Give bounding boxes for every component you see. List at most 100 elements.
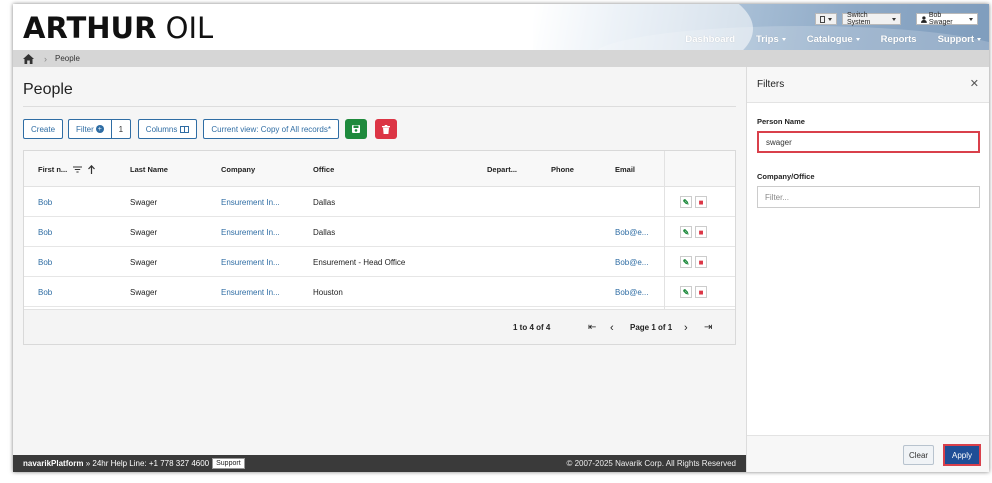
company-office-label: Company/Office (757, 172, 815, 181)
email-link[interactable]: Bob@e... (615, 277, 648, 307)
filters-panel: Filters ✕ Person Name Company/Office Cle… (746, 67, 989, 472)
sort-ascending-icon[interactable] (88, 164, 96, 174)
company-link[interactable]: Ensurement In... (221, 187, 280, 217)
home-icon[interactable] (23, 53, 34, 64)
filters-title: Filters (757, 79, 785, 90)
edit-icon[interactable]: ✎ (680, 226, 692, 238)
chevron-down-icon (969, 17, 973, 21)
column-label: First n... (38, 164, 68, 174)
apply-button[interactable]: Apply (943, 444, 981, 466)
column-label: Company (221, 164, 256, 174)
filter-label: Filter (76, 124, 94, 134)
user-menu[interactable]: Bob Swager (916, 12, 978, 26)
company-office-input[interactable] (757, 186, 980, 208)
row-actions-column: ✎ ■ ✎ ■ ✎ ■ ✎ ■ (664, 151, 735, 309)
filters-panel-footer: Clear Apply (747, 435, 989, 472)
table-row[interactable]: Bob Swager Ensurement In... Ensurement -… (24, 247, 735, 277)
divider (23, 106, 736, 107)
nav-dashboard[interactable]: Dashboard (685, 34, 735, 45)
chevron-down-icon (855, 38, 860, 41)
columns-button[interactable]: Columns (137, 119, 198, 139)
edit-icon[interactable]: ✎ (680, 286, 692, 298)
table-row[interactable]: Bob Swager Ensurement In... Dallas Bob@e… (24, 217, 735, 247)
brand-logo[interactable]: ARTHUR OIL (23, 11, 213, 45)
nav-support[interactable]: Support (938, 34, 981, 45)
column-label: Email (615, 164, 636, 174)
first-name-link[interactable]: Bob (38, 277, 52, 307)
copyright-text: © 2007-2025 Navarik Corp. All Rights Res… (566, 459, 736, 468)
last-name-cell: Swager (130, 197, 158, 207)
column-header-email[interactable]: Email (615, 151, 635, 187)
page-indicator: Page 1 of 1 (630, 323, 673, 332)
add-circle-icon: + (95, 125, 104, 133)
table-row[interactable]: Bob Swager Ensurement In... Houston Bob@… (24, 277, 735, 307)
company-link[interactable]: Ensurement In... (221, 247, 280, 277)
office-cell: Houston (313, 287, 343, 297)
main-nav: Dashboard Trips Catalogue Reports Suppor… (664, 34, 981, 45)
clear-button[interactable]: Clear (903, 445, 934, 465)
user-icon (921, 15, 927, 23)
edit-icon[interactable]: ✎ (680, 256, 692, 268)
office-cell: Dallas (313, 227, 336, 237)
breadcrumb-current: People (55, 54, 80, 63)
edit-icon[interactable]: ✎ (680, 196, 692, 208)
filter-lines-icon[interactable] (73, 166, 83, 173)
company-link[interactable]: Ensurement In... (221, 217, 280, 247)
nav-reports[interactable]: Reports (881, 34, 917, 45)
column-header-first-name[interactable]: First n... (38, 151, 96, 187)
delete-view-button[interactable] (374, 119, 397, 139)
save-icon (351, 125, 360, 133)
current-view-label: Current view: Copy of All records* (211, 124, 331, 134)
trash-icon[interactable]: ■ (695, 256, 707, 268)
first-name-link[interactable]: Bob (38, 247, 52, 277)
current-view-button[interactable]: Current view: Copy of All records* (203, 119, 339, 139)
switch-system-label: Switch System (847, 12, 871, 26)
office-cell: Ensurement - Head Office (313, 257, 406, 267)
save-view-button[interactable] (344, 119, 367, 139)
create-button[interactable]: Create (23, 119, 64, 139)
email-link[interactable]: Bob@e... (615, 247, 648, 277)
filter-button[interactable]: Filter + (68, 119, 112, 139)
filter-count-badge: 1 (111, 119, 131, 139)
page-title: People (23, 81, 73, 98)
email-link[interactable]: Bob@e... (615, 217, 648, 247)
close-icon[interactable]: ✕ (970, 77, 979, 90)
company-link[interactable]: Ensurement In... (221, 277, 280, 307)
person-name-input[interactable] (757, 131, 980, 153)
person-name-label: Person Name (757, 117, 805, 126)
nav-catalogue[interactable]: Catalogue (807, 34, 860, 45)
chevron-right-icon: › (44, 53, 47, 64)
column-label: Last Name (130, 164, 168, 174)
nav-trips[interactable]: Trips (756, 34, 786, 45)
platform-name: navarikPlatform (23, 459, 84, 468)
column-label: Phone (551, 164, 574, 174)
first-name-link[interactable]: Bob (38, 187, 52, 217)
column-header-phone[interactable]: Phone (551, 151, 574, 187)
app-switcher-button[interactable] (815, 13, 837, 25)
trash-icon[interactable]: ■ (695, 226, 707, 238)
support-link[interactable]: Support (212, 458, 245, 469)
last-page-icon[interactable]: ⇥ (704, 310, 712, 345)
switch-system-dropdown[interactable]: Switch System (842, 12, 901, 26)
grid-icon (820, 15, 825, 23)
next-page-icon[interactable]: › (684, 310, 688, 345)
column-header-department[interactable]: Depart... (487, 151, 517, 187)
previous-page-icon[interactable]: ‹ (610, 310, 614, 345)
trash-icon[interactable]: ■ (695, 196, 707, 208)
first-name-link[interactable]: Bob (38, 217, 52, 247)
nav-label: Trips (756, 34, 779, 45)
column-header-last-name[interactable]: Last Name (130, 151, 168, 187)
column-header-company[interactable]: Company (221, 151, 255, 187)
breadcrumb: › People (13, 50, 989, 67)
grid-header-row: First n... Last Name Company Office Depa… (24, 151, 735, 187)
last-name-cell: Swager (130, 227, 158, 237)
first-page-icon[interactable]: ⇤ (588, 310, 596, 345)
column-header-office[interactable]: Office (313, 151, 334, 187)
table-row[interactable]: Bob Swager Ensurement In... Dallas (24, 187, 735, 217)
trash-icon[interactable]: ■ (695, 286, 707, 298)
people-grid: First n... Last Name Company Office Depa… (23, 150, 736, 345)
grid-pagination: 1 to 4 of 4 ⇤ ‹ Page 1 of 1 › ⇥ (24, 309, 735, 344)
last-name-cell: Swager (130, 257, 158, 267)
column-label: Office (313, 164, 335, 174)
app-footer: navarikPlatform » 24hr Help Line: +1 778… (13, 455, 746, 472)
